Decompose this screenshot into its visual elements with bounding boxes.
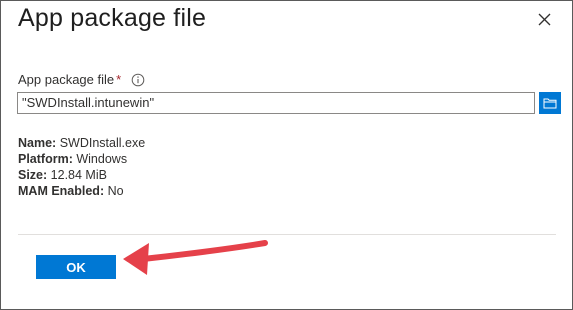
dialog-panel: App package file App package file * "SWDI… <box>0 0 573 310</box>
platform-row: Platform: Windows <box>18 151 145 167</box>
required-marker: * <box>116 72 122 87</box>
annotation-arrow-icon <box>123 240 268 275</box>
name-row: Name: SWDInstall.exe <box>18 135 145 151</box>
info-icon[interactable] <box>131 73 145 87</box>
platform-value: Windows <box>76 152 128 166</box>
size-row: Size: 12.84 MiB <box>18 167 145 183</box>
ok-button[interactable]: OK <box>36 255 116 279</box>
folder-icon[interactable] <box>539 92 561 114</box>
size-label: Size: <box>18 168 48 182</box>
dialog-title: App package file <box>18 4 207 32</box>
field-label-text: App package file <box>18 72 115 87</box>
mam-row: MAM Enabled: No <box>18 183 145 199</box>
footer-divider <box>18 234 556 235</box>
size-value: 12.84 MiB <box>50 168 107 182</box>
close-icon[interactable] <box>535 10 555 30</box>
mam-value: No <box>107 184 124 198</box>
package-info: Name: SWDInstall.exe Platform: Windows S… <box>18 135 145 199</box>
platform-label: Platform: <box>18 152 73 166</box>
app-package-file-input[interactable]: "SWDInstall.intunewin" <box>17 92 535 114</box>
name-value: SWDInstall.exe <box>59 136 146 150</box>
field-label: App package file * <box>18 72 121 87</box>
name-label: Name: <box>18 136 57 150</box>
mam-label: MAM Enabled: <box>18 184 105 198</box>
